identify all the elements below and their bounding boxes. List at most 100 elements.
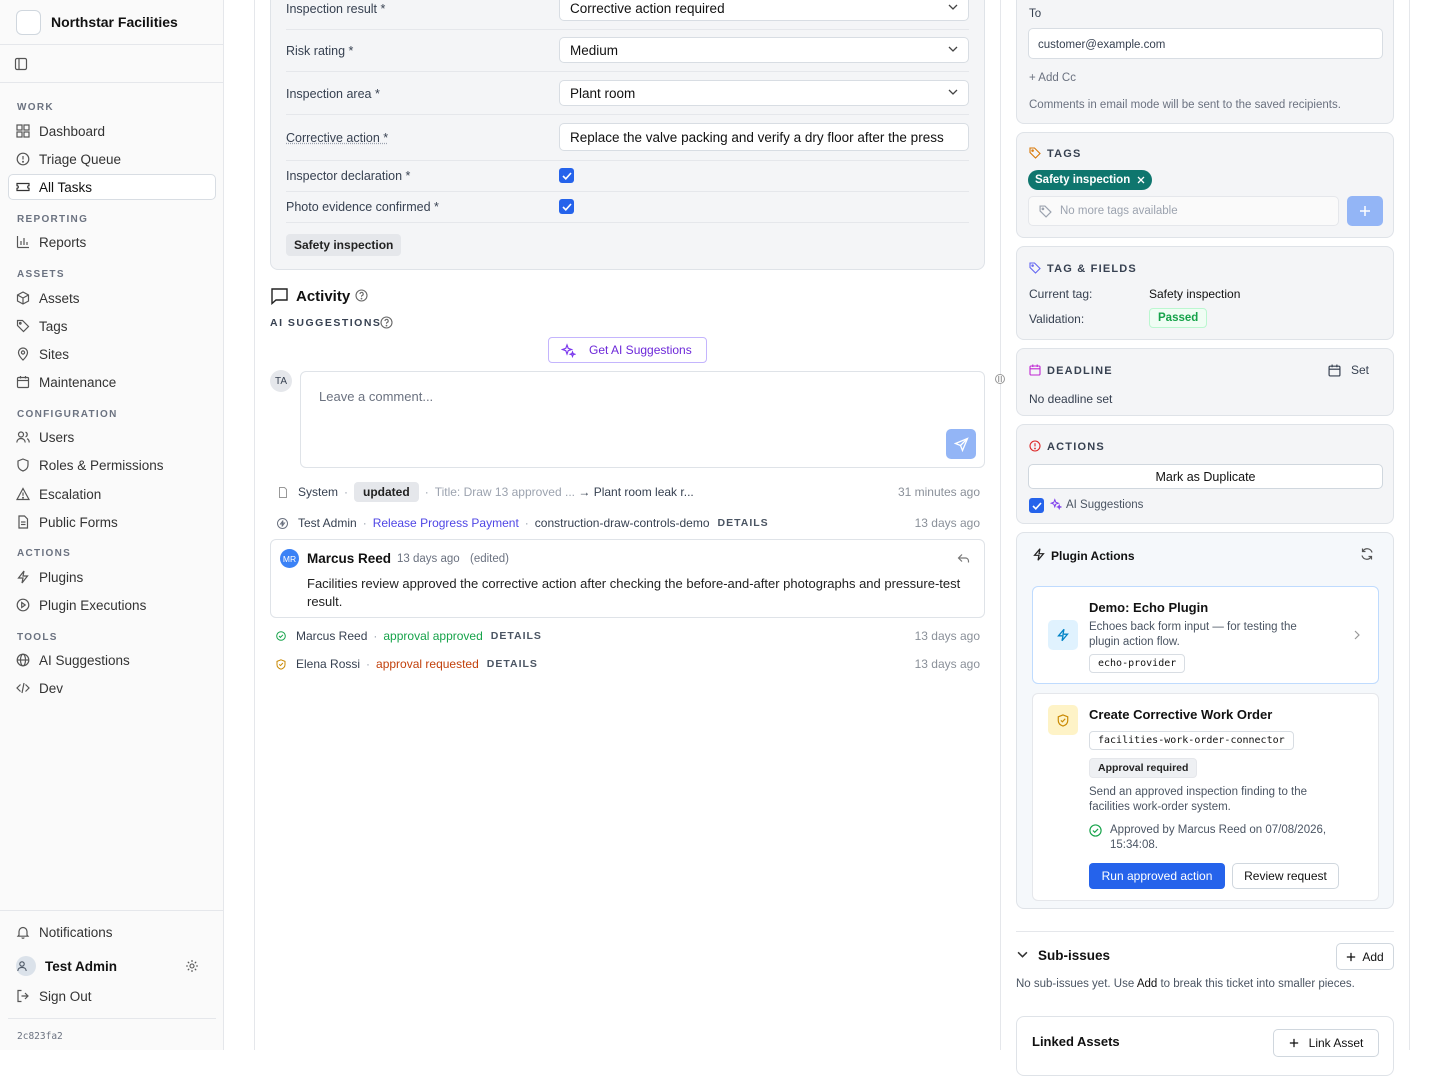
- users-icon: [16, 430, 39, 444]
- remove-tag-icon[interactable]: [1137, 176, 1145, 184]
- section-work: WORK: [17, 102, 54, 113]
- details-link[interactable]: DETAILS: [718, 517, 769, 529]
- ai-suggestions-label: AI SUGGESTIONS: [270, 317, 382, 329]
- inspection-result-select[interactable]: Corrective action required: [559, 0, 969, 21]
- user-menu[interactable]: Test Admin: [8, 953, 216, 979]
- field-separator: [286, 114, 969, 115]
- select-value: Medium: [570, 42, 619, 58]
- brand-logo: [16, 9, 41, 35]
- nav-plugin-executions[interactable]: Plugin Executions: [8, 592, 216, 618]
- echo-plugin-name: Demo: Echo Plugin: [1089, 600, 1209, 615]
- user-name: Test Admin: [45, 958, 118, 974]
- nav-label: Sign Out: [39, 988, 92, 1004]
- no-deadline-text: No deadline set: [1029, 392, 1113, 406]
- current-tag-label: Current tag:: [1029, 287, 1093, 301]
- nav-sites[interactable]: Sites: [8, 341, 216, 367]
- nav-ai-suggestions[interactable]: AI Suggestions: [8, 647, 216, 673]
- event-time: 13 days ago: [914, 516, 980, 530]
- corrective-action-input[interactable]: Replace the valve packing and verify a d…: [559, 123, 969, 151]
- nav-label: Plugin Executions: [39, 597, 147, 613]
- nav-tags[interactable]: Tags: [8, 313, 216, 339]
- plugin-actions-card: Plugin Actions Demo: Echo Plugin Echoes …: [1016, 532, 1394, 909]
- tag-fields-card: TAG & FIELDS Current tag: Safety inspect…: [1016, 246, 1394, 340]
- map-pin-icon: [16, 347, 39, 361]
- details-link[interactable]: DETAILS: [487, 658, 538, 670]
- help-icon[interactable]: [355, 289, 368, 302]
- zap-icon: [1033, 548, 1045, 561]
- nav-label: Dev: [39, 680, 64, 696]
- field-separator: [286, 29, 969, 30]
- set-deadline-button[interactable]: Set: [1328, 363, 1369, 377]
- nav-users[interactable]: Users: [8, 424, 216, 450]
- run-approved-action-button[interactable]: Run approved action: [1089, 863, 1225, 889]
- nav-dev[interactable]: Dev: [8, 675, 216, 701]
- note-text: No sub-issues yet. Use: [1016, 978, 1137, 990]
- add-sub-issue-button[interactable]: Add: [1336, 943, 1394, 970]
- comment-box[interactable]: Leave a comment...: [300, 371, 985, 468]
- nav-plugins[interactable]: Plugins: [8, 564, 216, 590]
- tag-select[interactable]: No more tags available: [1028, 196, 1339, 226]
- send-button[interactable]: [946, 429, 976, 459]
- nav-escalation[interactable]: Escalation: [8, 481, 216, 507]
- activity-title: Activity: [296, 288, 351, 305]
- document-icon: [278, 486, 288, 498]
- nav-assets[interactable]: Assets: [8, 285, 216, 311]
- to-input[interactable]: customer@example.com: [1028, 28, 1383, 59]
- nav-public-forms[interactable]: Public Forms: [8, 509, 216, 535]
- sidebar-toggle-icon[interactable]: [14, 57, 28, 71]
- event-action-link[interactable]: Release Progress Payment: [373, 516, 519, 530]
- settings-gear-icon[interactable]: [185, 959, 208, 973]
- echo-plugin-desc: Echoes back form input — for testing the…: [1089, 621, 1297, 648]
- current-tag-value: Safety inspection: [1149, 287, 1241, 301]
- nav-sign-out[interactable]: Sign Out: [8, 983, 216, 1009]
- add-cc-button[interactable]: + Add Cc: [1029, 72, 1076, 84]
- help-icon[interactable]: [380, 316, 393, 329]
- note-add-keyword: Add: [1136, 978, 1158, 990]
- nav-roles-permissions[interactable]: Roles & Permissions: [8, 452, 216, 478]
- updated-badge: updated: [354, 482, 419, 502]
- nav-label: All Tasks: [39, 179, 93, 195]
- photo-evidence-checkbox[interactable]: [559, 199, 574, 214]
- field-separator: [286, 191, 969, 192]
- risk-rating-select[interactable]: Medium: [559, 37, 969, 63]
- commit-hash: 2c823fa2: [17, 1031, 63, 1042]
- chevron-down-icon[interactable]: [1017, 951, 1028, 958]
- nav-maintenance[interactable]: Maintenance: [8, 369, 216, 395]
- echo-plugin-card[interactable]: Demo: Echo Plugin Echoes back form input…: [1032, 586, 1379, 684]
- link-asset-button[interactable]: Link Asset: [1273, 1029, 1379, 1057]
- review-request-button[interactable]: Review request: [1232, 863, 1339, 889]
- footer-divider: [8, 1018, 216, 1019]
- mark-duplicate-button[interactable]: Mark as Duplicate: [1028, 464, 1383, 489]
- section-actions: ACTIONS: [17, 548, 72, 559]
- drag-handle-icon[interactable]: [995, 372, 1005, 386]
- add-tag-button[interactable]: [1347, 196, 1383, 226]
- inspector-declaration-checkbox[interactable]: [559, 168, 574, 183]
- comment-time: 13 days ago: [397, 553, 460, 565]
- actions-card: ACTIONS Mark as Duplicate AI Suggestions: [1016, 424, 1394, 524]
- comment-body: Facilities review approved the correctiv…: [307, 576, 961, 609]
- nav-label: Reports: [39, 234, 87, 250]
- chevron-down-icon: [948, 89, 958, 95]
- refresh-icon[interactable]: [1360, 547, 1374, 561]
- inspection-area-select[interactable]: Plant room: [559, 80, 969, 106]
- reply-icon[interactable]: [957, 553, 970, 564]
- nav-label: Notifications: [39, 924, 113, 940]
- tag-chip-label: Safety inspection: [1035, 174, 1131, 186]
- nav-notifications[interactable]: Notifications: [8, 919, 216, 945]
- comment-placeholder: Leave a comment...: [319, 389, 434, 404]
- shield-icon: [16, 458, 39, 472]
- ai-suggestions-checkbox[interactable]: [1029, 498, 1044, 513]
- event-detail-old: Draw 13 approved ...: [463, 485, 575, 499]
- nav-triage-queue[interactable]: Triage Queue: [8, 146, 216, 172]
- nav-dashboard[interactable]: Dashboard: [8, 118, 216, 144]
- form-tag-pill: Safety inspection: [286, 234, 402, 256]
- details-link[interactable]: DETAILS: [491, 630, 542, 642]
- collapse-row: [0, 45, 223, 83]
- get-ai-suggestions-button[interactable]: Get AI Suggestions: [548, 337, 707, 363]
- separator-dot: ·: [366, 657, 371, 671]
- comment-card: MR Marcus Reed 13 days ago (edited) Faci…: [270, 539, 985, 618]
- nav-all-tasks[interactable]: All Tasks: [8, 174, 216, 200]
- deadline-title: DEADLINE: [1047, 365, 1113, 377]
- nav-reports[interactable]: Reports: [8, 229, 216, 255]
- tags-card: TAGS Safety inspection No more tags avai…: [1016, 132, 1394, 238]
